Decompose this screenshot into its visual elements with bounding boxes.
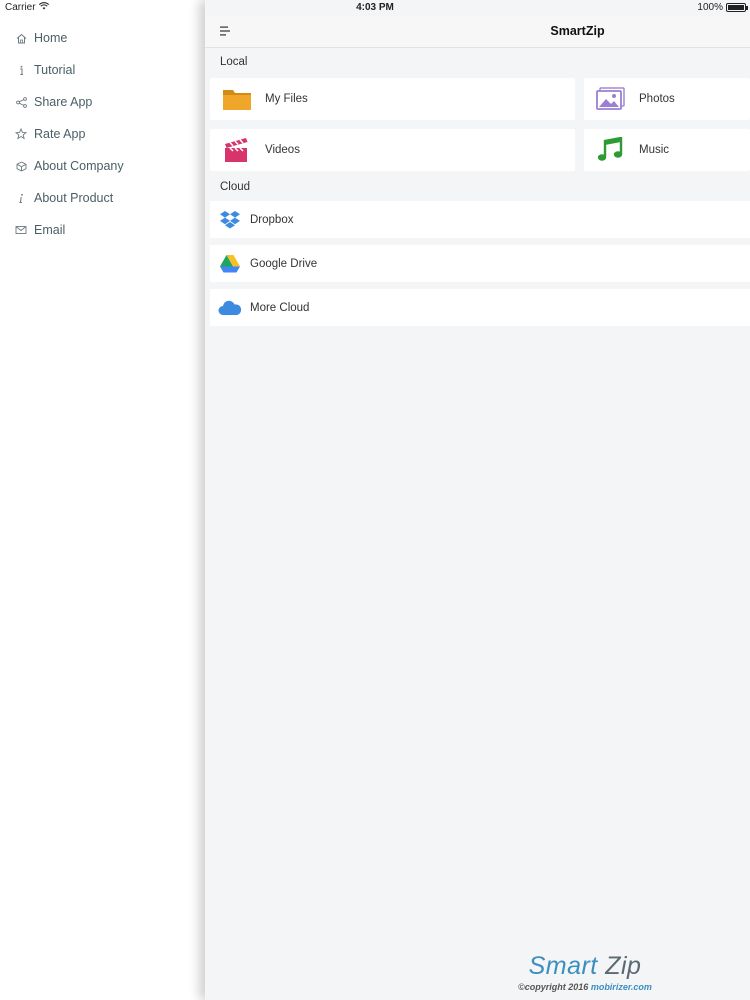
music-note-icon: [596, 137, 626, 163]
sidebar-item-label: Tutorial: [34, 63, 76, 77]
sidebar-item-email[interactable]: Email: [0, 215, 200, 245]
clapperboard-icon: [222, 137, 252, 163]
copyright-notice: ©copyright 2016 mobirizer.com: [505, 982, 665, 992]
cloud-row-dropbox[interactable]: Dropbox: [210, 201, 750, 238]
page-title: SmartZip: [550, 24, 605, 38]
tile-label: Music: [639, 144, 670, 156]
photos-icon: [596, 86, 626, 112]
dropbox-icon: [218, 209, 242, 231]
sidebar-item-about-company[interactable]: About Company: [0, 151, 200, 181]
battery-icon: [726, 3, 748, 12]
section-label-cloud: Cloud: [220, 181, 251, 193]
cloud-row-more-cloud[interactable]: More Cloud: [210, 289, 750, 326]
tile-label: Photos: [639, 93, 675, 105]
share-icon: [14, 95, 28, 109]
tile-photos[interactable]: Photos: [584, 78, 750, 120]
product-icon: [14, 191, 28, 205]
star-icon: [14, 127, 28, 141]
sidebar-item-label: Share App: [34, 95, 93, 109]
sidebar-item-rate-app[interactable]: Rate App: [0, 119, 200, 149]
cloud-icon: [218, 297, 242, 319]
google-drive-icon: [218, 253, 242, 275]
sidebar-item-home[interactable]: Home: [0, 23, 200, 53]
tile-label: Videos: [265, 144, 300, 156]
home-icon: [14, 31, 28, 45]
sidebar-item-share-app[interactable]: Share App: [0, 87, 200, 117]
clock: 4:03 PM: [356, 2, 394, 13]
brand-zip: Zip: [605, 952, 642, 980]
battery-status: 100%: [697, 2, 748, 13]
cloud-row-label: Dropbox: [250, 213, 294, 226]
brand-smart: Smart: [528, 952, 598, 980]
tile-videos[interactable]: Videos: [210, 129, 575, 171]
navigation-bar: SmartZip: [205, 16, 750, 48]
main-panel: SmartZip Local My Files Photos Videos Mu…: [205, 0, 750, 1000]
sidebar-item-about-product[interactable]: About Product: [0, 183, 200, 213]
sidebar-item-label: About Company: [34, 159, 124, 173]
sidebar-item-label: About Product: [34, 191, 114, 205]
cloud-row-label: Google Drive: [250, 257, 318, 270]
status-bar: Carrier 4:03 PM 100%: [0, 0, 750, 16]
battery-percent: 100%: [697, 2, 723, 13]
tile-my-files[interactable]: My Files: [210, 78, 575, 120]
sidebar-item-tutorial[interactable]: Tutorial: [0, 55, 200, 85]
sidebar-menu: Home Tutorial Share App Rate App About C…: [0, 16, 205, 1000]
cloud-row-label: More Cloud: [250, 301, 310, 314]
tile-label: My Files: [265, 93, 308, 105]
website-link[interactable]: mobirizer.com: [591, 982, 652, 992]
cloud-row-google-drive[interactable]: Google Drive: [210, 245, 750, 282]
brand-name: Smart Zip: [505, 952, 665, 981]
sidebar-item-label: Rate App: [34, 127, 86, 141]
smartzip-logo: Smart Zip ©copyright 2016 mobirizer.com: [505, 952, 665, 992]
folder-icon: [222, 86, 252, 112]
company-icon: [14, 159, 28, 173]
sidebar-item-label: Home: [34, 31, 68, 45]
email-icon: [14, 223, 28, 237]
sidebar-item-label: Email: [34, 223, 66, 237]
section-label-local: Local: [220, 56, 248, 68]
tile-music[interactable]: Music: [584, 129, 750, 171]
copyright-text: ©copyright 2016: [518, 982, 589, 992]
info-icon: [14, 63, 28, 77]
